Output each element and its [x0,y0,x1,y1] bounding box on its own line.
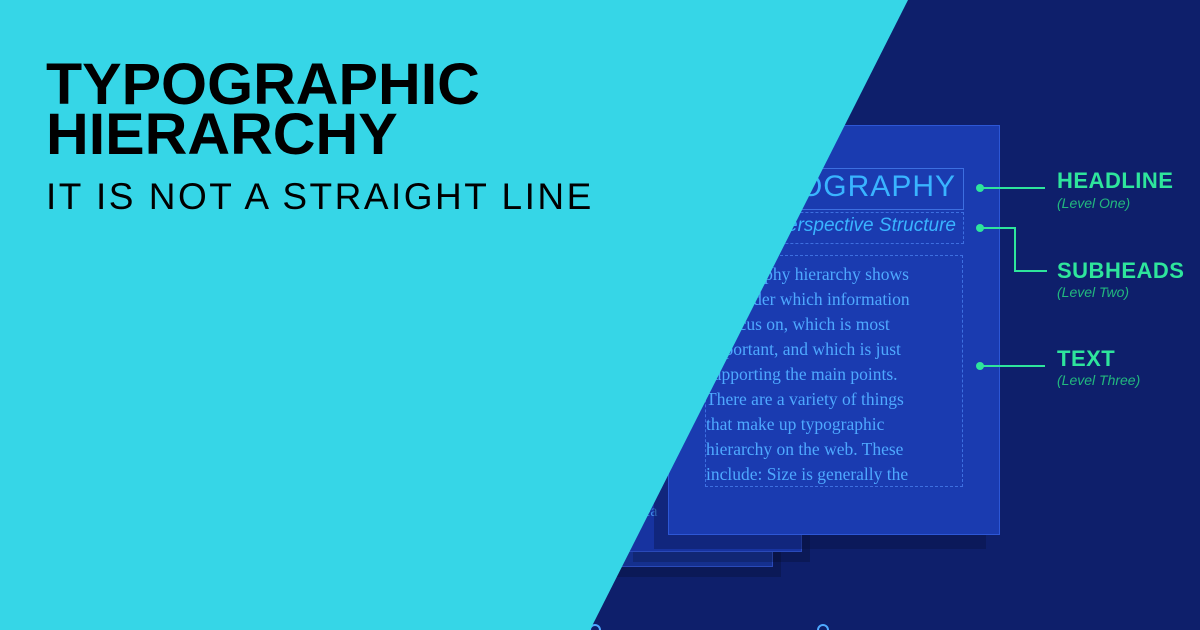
headline-dot [976,184,984,192]
hero-banner: h rea TYPOGRAPHY A Perspective Structure… [0,0,1200,630]
label-headline: HEADLINE [1057,168,1174,193]
label-subheads-level: (Level Two) [1057,284,1130,300]
bottom-dot [817,624,829,630]
text-dot [976,362,984,370]
label-subheads: SUBHEADS [1057,258,1185,283]
label-text: TEXT [1057,346,1116,371]
subhead-dot [976,224,984,232]
page-title-line-2: HIERARCHY [46,102,398,167]
label-text-level: (Level Three) [1057,372,1141,388]
page-subtitle: IT IS NOT A STRAIGHT LINE [46,176,594,217]
subhead-connector [980,227,1047,272]
label-headline-level: (Level One) [1057,195,1131,211]
